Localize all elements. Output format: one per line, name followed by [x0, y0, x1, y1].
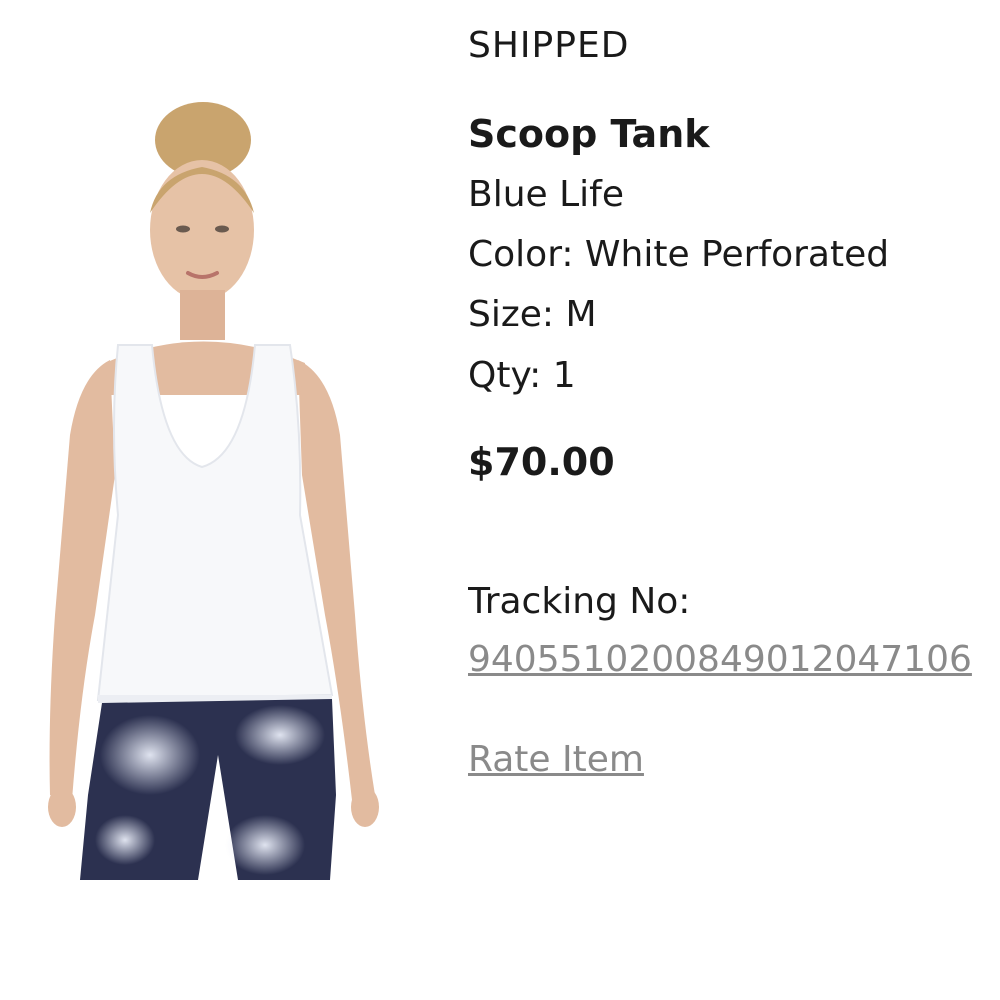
product-price: $70.00 — [468, 440, 615, 484]
rate-item-link[interactable]: Rate Item — [468, 736, 644, 784]
product-quantity: Qty: 1 — [468, 355, 576, 396]
shipping-status: SHIPPED — [468, 25, 630, 66]
brand-name: Blue Life — [468, 174, 624, 215]
product-name[interactable]: Scoop Tank — [468, 108, 710, 160]
tracking-number-link[interactable]: 9405510200849012047106 — [468, 636, 972, 684]
product-size: Size: M — [468, 294, 597, 335]
product-image[interactable] — [40, 95, 390, 885]
tank-top — [96, 344, 334, 702]
tracking-label: Tracking No: — [468, 581, 691, 622]
product-color: Color: White Perforated — [468, 234, 890, 275]
order-item-details: SHIPPED Scoop Tank Blue Life Color: Whit… — [468, 0, 1000, 1000]
